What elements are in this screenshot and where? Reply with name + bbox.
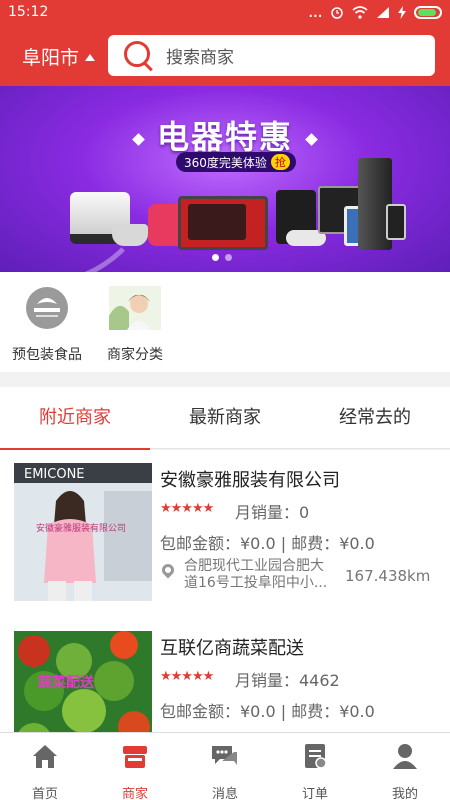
thumb-sign-text: EMICONE (24, 467, 85, 482)
category-bar: 预包装食品 商家分类 (0, 272, 450, 372)
shop-tabs: 附近商家 最新商家 经常去的 (0, 387, 450, 450)
user-icon (390, 741, 420, 771)
banner-subtitle-pill: 360度完美体验 抢 (176, 152, 296, 172)
tab-nearby[interactable]: 附近商家 (0, 387, 150, 450)
pager-dot[interactable] (225, 254, 232, 261)
banner-title: 电器特惠 (156, 118, 293, 156)
alarm-icon (331, 7, 343, 19)
status-bar: 15:12 ... (0, 0, 450, 26)
city-selector[interactable]: 阜阳市 (22, 43, 96, 70)
thumb-overlay-text: 安徽豪雅服装有限公司 (36, 522, 126, 534)
nav-label: 首页 (31, 787, 58, 800)
rating-stars: ★★★★★ (160, 501, 214, 516)
person-photo-icon (109, 286, 161, 330)
nav-label: 消息 (211, 787, 238, 800)
shop-list-item[interactable]: EMICONE 安徽豪雅服装有限公司 安徽豪雅服装有限公司 ★★★★★ 月销量：… (0, 450, 450, 618)
shipping-fee: 包邮金额：¥0.0 | 邮费：¥0.0 (160, 702, 375, 721)
city-label: 阜阳市 (22, 47, 80, 69)
category-item-food[interactable]: 预包装食品 (2, 286, 92, 364)
location-pin-icon (159, 561, 177, 579)
banner-pager (212, 254, 232, 261)
brand-logo-icon (21, 286, 73, 330)
search-icon (122, 36, 162, 76)
store-icon (120, 741, 150, 771)
nav-label: 我的 (391, 787, 418, 800)
shipping-fee: 包邮金额：¥0.0 | 邮费：¥0.0 (160, 534, 375, 553)
message-icon (210, 741, 240, 771)
promo-banner[interactable]: 电器特惠 360度完美体验 抢 (0, 86, 450, 272)
nav-shops[interactable]: 商家 (90, 733, 180, 800)
shop-name: 互联亿商蔬菜配送 (160, 638, 304, 659)
bottom-nav: 首页 商家 消息 订单 我的 (0, 732, 450, 800)
home-icon (30, 741, 60, 771)
tab-frequent[interactable]: 经常去的 (300, 387, 450, 449)
search-placeholder: 搜索商家 (166, 48, 234, 68)
order-icon (300, 741, 330, 771)
status-time: 15:12 (8, 4, 49, 20)
more-dots-icon: ... (307, 1, 323, 22)
nav-profile[interactable]: 我的 (360, 733, 450, 800)
shop-thumbnail: EMICONE 安徽豪雅服装有限公司 (14, 463, 152, 601)
nav-messages[interactable]: 消息 (180, 733, 270, 800)
category-item-shop-types[interactable]: 商家分类 (90, 286, 180, 364)
nav-home[interactable]: 首页 (0, 733, 90, 800)
tab-newest[interactable]: 最新商家 (150, 387, 300, 449)
monthly-sales: 月销量：4462 (235, 671, 340, 690)
search-box[interactable]: 搜索商家 (108, 35, 435, 76)
shop-name: 安徽豪雅服装有限公司 (160, 470, 340, 491)
nav-orders[interactable]: 订单 (270, 733, 360, 800)
wifi-icon (352, 5, 368, 19)
nav-label: 商家 (121, 787, 148, 800)
category-label: 商家分类 (107, 347, 163, 363)
nav-label: 订单 (301, 787, 328, 800)
phone-image (386, 204, 406, 240)
app-screen: 15:12 ... 阜阳市 搜索商家 电器特惠 360度完美体验 抢 预包装食品… (0, 0, 450, 800)
monthly-sales: 月销量：0 (235, 503, 310, 522)
signal-icon (377, 6, 389, 18)
category-label: 预包装食品 (12, 347, 82, 363)
shop-distance: 167.438km (345, 567, 431, 585)
banner-subtitle-tag: 抢 (270, 154, 290, 170)
status-icons: ... (307, 1, 442, 22)
pot-image (112, 224, 148, 246)
rating-stars: ★★★★★ (160, 669, 214, 684)
banner-subtitle: 360度完美体验 (184, 155, 267, 170)
oven-window-image (188, 204, 246, 240)
charging-icon (398, 5, 406, 19)
pager-dot[interactable] (212, 254, 219, 261)
caret-up-icon (85, 54, 96, 61)
diamond-icon (305, 132, 318, 146)
top-header: 阜阳市 搜索商家 (0, 26, 450, 86)
shop-address: 合肥现代工业园合肥大道16号工投阜阳中小... (184, 558, 328, 591)
battery-icon (414, 5, 442, 19)
diamond-icon (132, 132, 145, 146)
thumb-overlay-text: 蔬菜配送 (38, 674, 95, 691)
